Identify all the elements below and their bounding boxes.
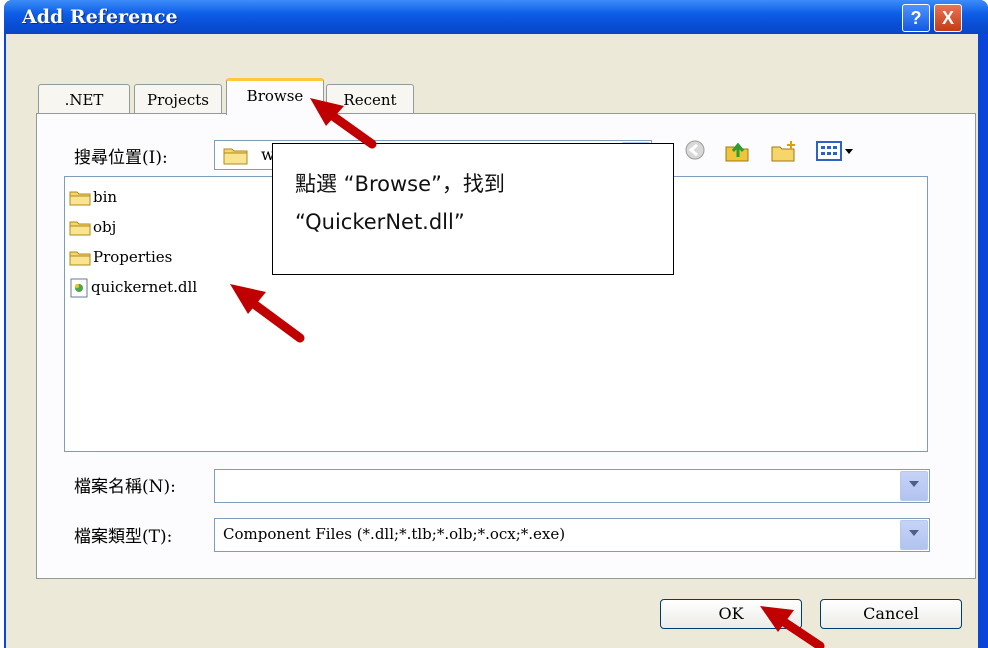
arrow-to-dll-file — [230, 284, 305, 343]
arrow-to-browse-tab — [310, 98, 377, 149]
new-folder-icon[interactable] — [770, 139, 798, 163]
file-type-dropdown-button[interactable] — [900, 520, 928, 550]
folder-icon — [223, 148, 248, 165]
tab-dotnet[interactable]: .NET — [38, 84, 130, 115]
list-item[interactable]: quickernet.dll — [69, 277, 198, 298]
folder-icon — [69, 191, 91, 206]
callout-line-1: 點選 “Browse”，找到 — [295, 172, 505, 196]
arrow-to-ok-button — [760, 606, 825, 648]
tab-projects[interactable]: Projects — [134, 84, 222, 115]
file-name: obj — [93, 218, 117, 236]
cancel-button[interactable]: Cancel — [820, 599, 962, 629]
folder-icon — [69, 221, 91, 236]
list-item[interactable]: obj — [69, 217, 116, 237]
file-name: bin — [93, 188, 118, 206]
help-button[interactable]: ? — [902, 4, 930, 32]
file-name-dropdown-button[interactable] — [900, 471, 928, 501]
title-bar[interactable]: Add Reference ? X — [4, 0, 988, 34]
dll-file-icon — [70, 278, 88, 298]
annotation-callout: 點選 “Browse”，找到 “QuickerNet.dll” — [272, 143, 674, 275]
file-type-value: Component Files (*.dll;*.tlb;*.olb;*.ocx… — [223, 525, 566, 543]
file-name-input[interactable] — [214, 469, 930, 503]
list-item[interactable]: Properties — [69, 247, 172, 267]
folder-icon — [69, 251, 91, 266]
file-type-select[interactable]: Component Files (*.dll;*.tlb;*.olb;*.ocx… — [214, 518, 930, 552]
look-in-label: 搜尋位置(I): — [74, 148, 168, 168]
list-item[interactable]: bin — [69, 187, 117, 207]
window-title: Add Reference — [22, 6, 178, 28]
back-icon[interactable] — [684, 139, 706, 161]
file-name-label: 檔案名稱(N): — [74, 477, 176, 497]
file-name: Properties — [93, 248, 173, 266]
close-button[interactable]: X — [934, 4, 962, 32]
file-name: quickernet.dll — [91, 278, 198, 296]
file-type-label: 檔案類型(T): — [74, 527, 173, 547]
callout-line-2: “QuickerNet.dll” — [295, 210, 465, 234]
up-folder-icon[interactable] — [724, 139, 750, 163]
view-menu-icon[interactable] — [816, 139, 862, 163]
